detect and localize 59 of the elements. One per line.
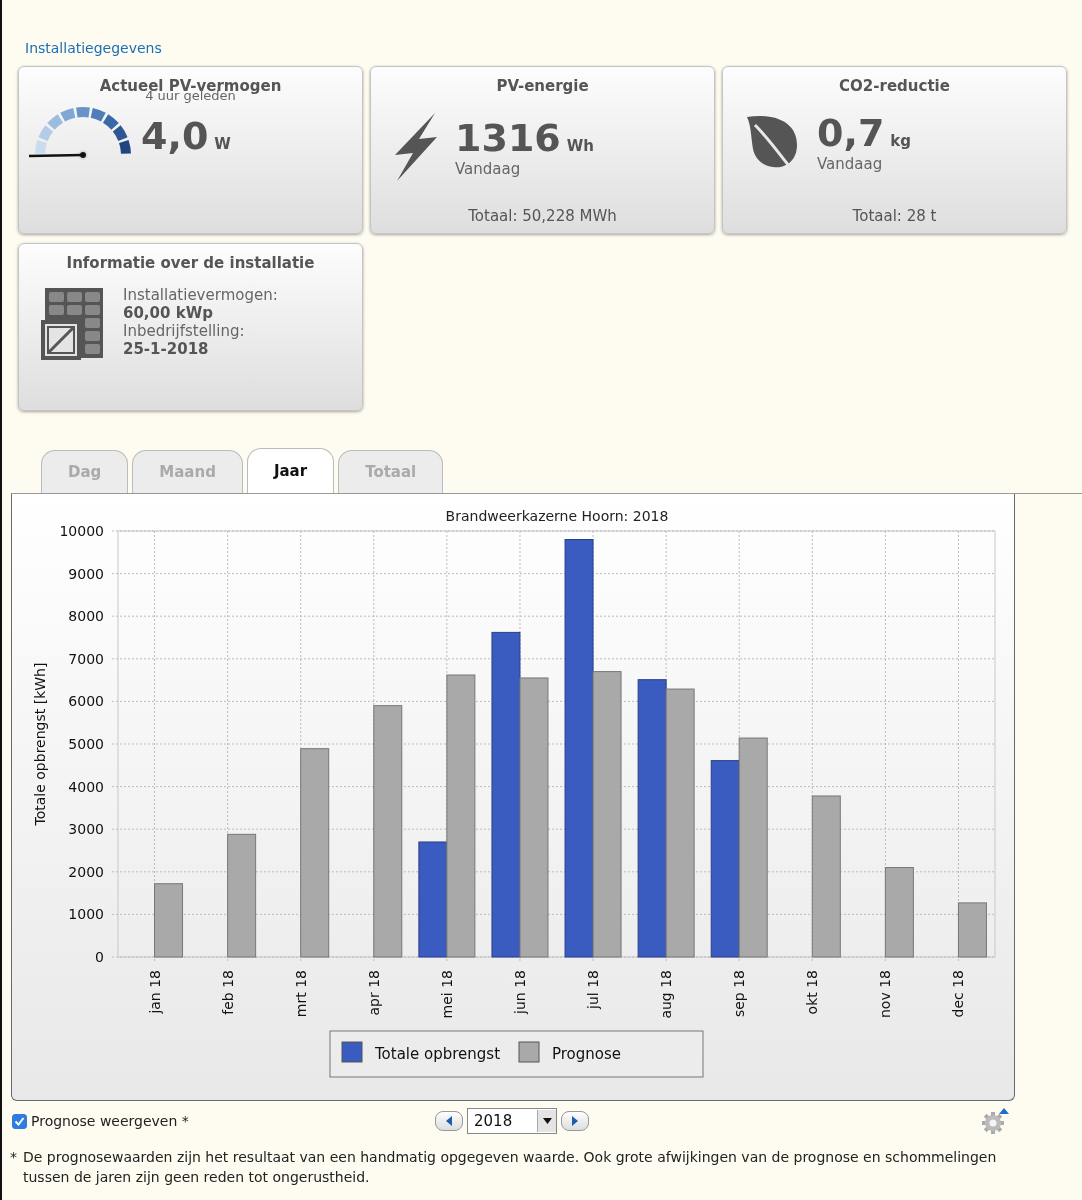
unit-label: Wh (566, 137, 594, 155)
caret-down-icon (542, 1118, 552, 1124)
y-tick-label: 6000 (68, 693, 104, 710)
next-button[interactable] (561, 1111, 589, 1131)
y-tick-label: 8000 (68, 608, 104, 625)
tab[interactable]: Jaar (246, 448, 335, 493)
info-value: 60,00 kWp (123, 304, 214, 322)
card-caption: Vandaag (455, 160, 522, 178)
total-label: Totaal: 28 t (851, 207, 938, 225)
y-tick-label: 3000 (68, 821, 104, 838)
x-tick-label: mei 18 (438, 970, 455, 1019)
chart-title: Brandweerkazerne Hoorn: 2018 (445, 508, 669, 524)
info-label: Inbedrijfstelling: (123, 322, 246, 340)
x-tick-label: jun 18 (511, 970, 528, 1014)
y-tick-label: 4000 (68, 778, 104, 795)
x-tick-label: okt 18 (804, 970, 821, 1015)
y-tick-label: 2000 (68, 863, 104, 880)
bar (957, 902, 987, 958)
x-tick-label: jul 18 (585, 970, 602, 1009)
legend-label: Totale opbrengst (375, 1045, 501, 1063)
x-tick-label: sep 18 (731, 970, 748, 1018)
year-select[interactable]: 2018 (467, 1108, 557, 1134)
x-tick-label: apr 18 (365, 970, 382, 1016)
y-tick-label: 10000 (59, 523, 104, 539)
y-tick-label: 0 (95, 949, 104, 965)
x-tick-label: nov 18 (877, 970, 894, 1018)
x-tick-label: mrt 18 (292, 970, 309, 1018)
x-tick-label: feb 18 (219, 970, 236, 1015)
legend-label: Prognose (552, 1045, 622, 1063)
total-label: Totaal: 50,228 MWh (467, 207, 618, 225)
y-tick-label: 9000 (68, 565, 104, 582)
x-tick-label: dec 18 (950, 970, 967, 1018)
right-arrow-icon (571, 1116, 579, 1126)
left-arrow-icon (445, 1116, 453, 1126)
unit-label: W (214, 135, 231, 153)
footnote-text: De prognosewaarden zijn het resultaat van een handmatig opgegeven waarde. Ook grote afwijkingen van de prognose en schommelingen tussen de jaren zijn geen reden tot ongerustheid. (23, 1148, 998, 1188)
card-caption: Vandaag (817, 155, 884, 173)
card-title: CO2-reductie (838, 76, 951, 95)
solar-plant-icon (41, 286, 105, 360)
x-tick-label: aug 18 (658, 970, 675, 1019)
card-value: 1316 (455, 116, 561, 160)
power-value: 4,0 (141, 114, 209, 158)
y-tick-label: 5000 (68, 736, 104, 752)
unit-label: kg (890, 132, 912, 150)
y-tick-label: 1000 (68, 906, 104, 923)
checkbox-label[interactable]: Prognose weergeven * (31, 1113, 189, 1129)
card-value: 0,7 (817, 111, 885, 155)
info-label: Installatievermogen: (123, 286, 278, 304)
info-value: 25-1-2018 (123, 340, 210, 358)
y-axis-label: Totale opbrengst [kWh] (32, 662, 48, 826)
previous-button[interactable] (435, 1111, 463, 1131)
checkbox[interactable] (12, 1113, 27, 1129)
settings-icon[interactable] (981, 1108, 1009, 1134)
section-title: Installatiegegevens (24, 39, 163, 58)
y-tick-label: 7000 (68, 650, 104, 667)
card-title: PV-energie (495, 76, 590, 95)
footnote-mark: * (10, 1148, 17, 1167)
card-title: Informatie over de installatie (65, 253, 316, 272)
x-tick-label: jan 18 (146, 970, 163, 1014)
